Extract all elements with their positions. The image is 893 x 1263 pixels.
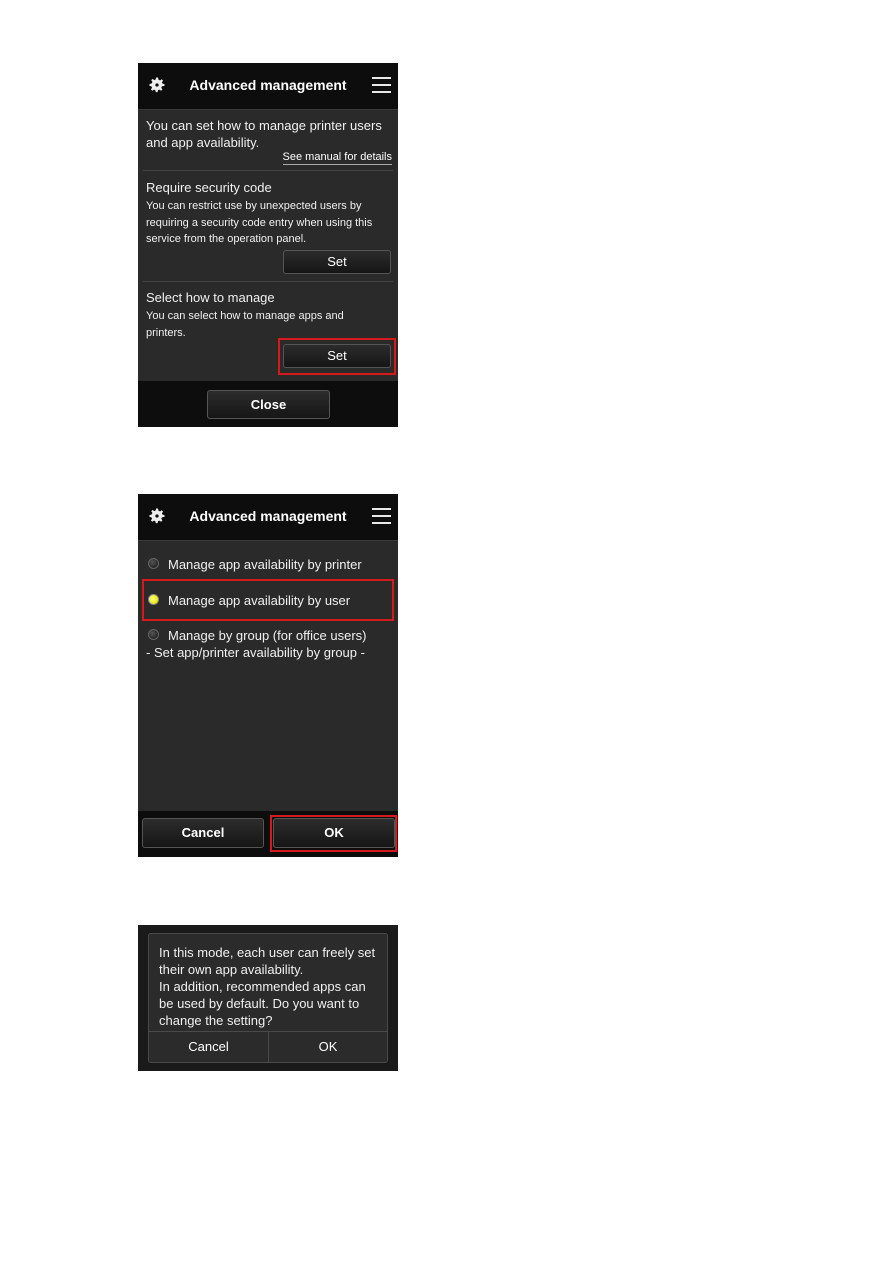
radio-label: Manage app availability by printer — [168, 557, 362, 572]
select-manage-description: You can select how to manage apps and pr… — [146, 310, 344, 339]
hamburger-menu-icon[interactable] — [372, 77, 391, 94]
cancel-button[interactable]: Cancel — [142, 818, 264, 848]
security-code-set-button[interactable]: Set — [283, 250, 391, 274]
highlight-box — [278, 338, 396, 375]
dialog-message: In this mode, each user can freely set t… — [159, 944, 375, 1029]
message-line: In this mode, each user can freely set — [159, 945, 376, 960]
highlight-box — [142, 579, 394, 621]
radio-button[interactable] — [148, 558, 159, 569]
highlight-box — [270, 815, 397, 852]
radio-label: Manage by group (for office users) — [168, 628, 367, 643]
dialog-ok-button[interactable]: OK — [269, 1032, 387, 1062]
footer-bar: Close — [138, 381, 398, 427]
security-code-heading: Require security code — [146, 180, 272, 195]
close-button[interactable]: Close — [207, 390, 330, 419]
manage-mode-screen: Advanced management Manage app availabil… — [138, 494, 398, 857]
message-line: be used by default. Do you want to — [159, 996, 360, 1011]
app-header: Advanced management — [138, 63, 398, 110]
divider — [143, 170, 393, 171]
page-title: Advanced management — [189, 77, 347, 93]
see-manual-link[interactable]: See manual for details — [282, 151, 392, 165]
message-line: their own app availability. — [159, 962, 304, 977]
confirm-dialog-screen: In this mode, each user can freely set t… — [138, 925, 398, 1071]
confirm-dialog: In this mode, each user can freely set t… — [148, 933, 388, 1063]
dialog-buttons: Cancel OK — [149, 1031, 387, 1062]
intro-text: You can set how to manage printer users … — [146, 118, 382, 150]
footer-bar: Cancel OK — [138, 811, 398, 857]
security-code-description: You can restrict use by unexpected users… — [146, 200, 373, 245]
hamburger-menu-icon[interactable] — [372, 508, 391, 525]
message-line: change the setting? — [159, 1013, 273, 1028]
app-header: Advanced management — [138, 494, 398, 541]
radio-sublabel: - Set app/printer availability by group … — [146, 645, 365, 660]
radio-button[interactable] — [148, 629, 159, 640]
advanced-management-screen: Advanced management You can set how to m… — [138, 63, 398, 427]
message-line: In addition, recommended apps can — [159, 979, 366, 994]
select-manage-heading: Select how to manage — [146, 290, 275, 305]
page-title: Advanced management — [189, 508, 347, 524]
dialog-cancel-button[interactable]: Cancel — [149, 1032, 269, 1062]
divider — [143, 281, 393, 282]
